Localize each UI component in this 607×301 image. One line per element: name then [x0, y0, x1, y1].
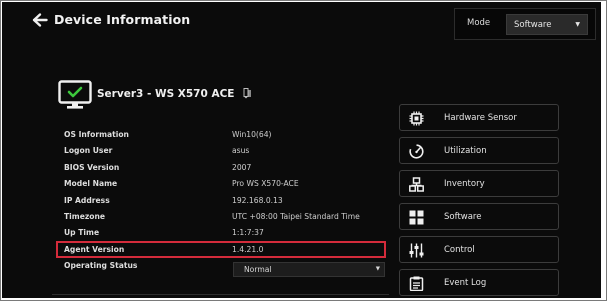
info-row: Up Time 1:1:7:37: [58, 225, 393, 241]
chip-icon: [409, 111, 424, 126]
sliders-icon: [409, 243, 424, 258]
gauge-icon: [409, 144, 424, 159]
info-row: OS Information Win10(64): [58, 127, 393, 143]
grid-icon: [409, 210, 424, 225]
inventory-icon: [409, 177, 424, 192]
info-value: UTC +08:00 Taipei Standard Time: [232, 211, 360, 221]
nav-label: Hardware Sensor: [444, 113, 517, 123]
page-title: Device Information: [54, 12, 191, 27]
info-value: 192.168.0.13: [232, 195, 283, 205]
operating-status-dropdown[interactable]: Normal ▼: [233, 262, 385, 277]
info-row: BIOS Version 2007: [58, 160, 393, 176]
info-key: Logon User: [64, 146, 113, 156]
mode-dropdown-value: Software: [514, 20, 552, 30]
nav-label: Inventory: [444, 179, 485, 189]
arrow-left-icon[interactable]: [32, 12, 48, 28]
info-key: OS Information: [64, 130, 129, 139]
info-key: Model Name: [64, 179, 118, 189]
divider: [52, 294, 389, 295]
info-row: Timezone UTC +08:00 Taipei Standard Time: [58, 209, 393, 225]
info-key: BIOS Version: [64, 162, 120, 172]
info-row: IP Address 192.168.0.13: [58, 193, 393, 209]
chevron-down-icon: ▼: [575, 21, 580, 28]
info-key: Timezone: [64, 211, 106, 221]
info-value: Win10(64): [232, 130, 272, 139]
mode-label: Mode: [467, 18, 491, 28]
pencil-icon[interactable]: [243, 88, 252, 99]
info-row: Model Name Pro WS X570-ACE: [58, 176, 393, 192]
info-key: Operating Status: [64, 261, 138, 271]
info-key: IP Address: [64, 195, 110, 205]
control-button[interactable]: Control: [399, 236, 559, 263]
monitor-check-icon: [58, 80, 92, 109]
info-value: Pro WS X570-ACE: [232, 179, 299, 189]
nav-label: Software: [444, 212, 482, 222]
agent-version-highlight: [56, 241, 386, 258]
operating-status-value: Normal: [244, 265, 272, 274]
nav-label: Control: [444, 245, 475, 255]
info-row: Logon User asus: [58, 143, 393, 159]
mode-selector-box: Mode Software ▼: [454, 8, 596, 40]
software-button[interactable]: Software: [399, 203, 559, 230]
info-value: 2007: [232, 162, 252, 172]
info-value: asus: [232, 146, 250, 156]
utilization-button[interactable]: Utilization: [399, 137, 559, 164]
server-name: Server3 - WS X570 ACE: [97, 88, 235, 100]
hardware-sensor-button[interactable]: Hardware Sensor: [399, 104, 559, 131]
inventory-button[interactable]: Inventory: [399, 170, 559, 197]
nav-label: Utilization: [444, 146, 487, 156]
mode-dropdown[interactable]: Software ▼: [506, 14, 588, 35]
chevron-down-icon: ▼: [375, 266, 380, 272]
clipboard-icon: [409, 276, 424, 291]
nav-label: Event Log: [444, 278, 487, 288]
info-key: Up Time: [64, 228, 100, 238]
device-info-panel: Device Information Mode Software ▼ Serve…: [2, 2, 601, 298]
event-log-button[interactable]: Event Log: [399, 269, 559, 296]
info-value: 1:1:7:37: [232, 228, 264, 238]
